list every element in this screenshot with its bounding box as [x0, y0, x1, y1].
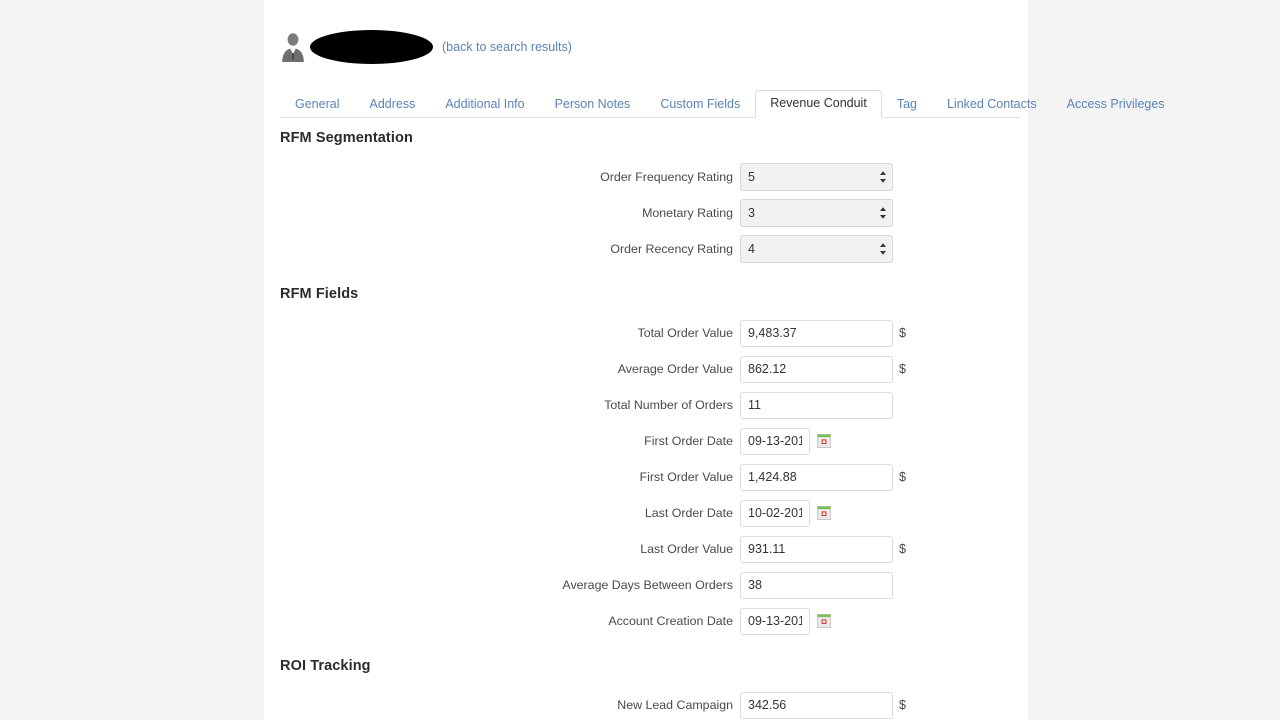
currency-suffix: $ — [899, 470, 906, 484]
label-last-order-value: Last Order Value — [264, 542, 740, 556]
input-first-order-date[interactable] — [740, 428, 810, 455]
input-new-lead-campaign[interactable] — [740, 692, 893, 719]
record-header: (back to search results) — [280, 26, 572, 68]
field-control: 12345 — [740, 199, 893, 227]
input-last-order-value[interactable] — [740, 536, 893, 563]
input-average-days-between-orders[interactable] — [740, 572, 893, 599]
label-first-order-value: First Order Value — [264, 470, 740, 484]
field-control — [740, 392, 893, 419]
content-panel: (back to search results) GeneralAddressA… — [264, 0, 1028, 720]
input-average-order-value[interactable] — [740, 356, 893, 383]
label-account-creation-date: Account Creation Date — [264, 614, 740, 628]
field-control: $ — [740, 356, 906, 383]
page-root: (back to search results) GeneralAddressA… — [0, 0, 1280, 720]
select-monetary-rating[interactable]: 12345 — [740, 199, 893, 227]
currency-suffix: $ — [899, 326, 906, 340]
label-order-frequency-rating: Order Frequency Rating — [264, 170, 740, 184]
field-control: $ — [740, 464, 906, 491]
tab-linked-contacts[interactable]: Linked Contacts — [932, 91, 1052, 118]
form-row: Account Creation Date — [264, 606, 1028, 636]
field-control — [740, 500, 831, 527]
field-control: 12345 — [740, 163, 893, 191]
input-total-number-of-orders[interactable] — [740, 392, 893, 419]
input-last-order-date[interactable] — [740, 500, 810, 527]
input-first-order-value[interactable] — [740, 464, 893, 491]
section-rfm-segmentation: RFM SegmentationOrder Frequency Rating12… — [264, 130, 1028, 264]
field-control: $ — [740, 536, 906, 563]
select-wrapper: 12345 — [740, 199, 893, 227]
field-control: 12345 — [740, 235, 893, 263]
form-row: Total Order Value $ — [264, 318, 1028, 348]
select-wrapper: 12345 — [740, 163, 893, 191]
label-first-order-date: First Order Date — [264, 434, 740, 448]
label-total-number-of-orders: Total Number of Orders — [264, 398, 740, 412]
select-wrapper: 12345 — [740, 235, 893, 263]
label-average-days-between-orders: Average Days Between Orders — [264, 578, 740, 592]
select-order-recency-rating[interactable]: 12345 — [740, 235, 893, 263]
tab-address[interactable]: Address — [354, 91, 430, 118]
label-order-recency-rating: Order Recency Rating — [264, 242, 740, 256]
back-to-search-results-link[interactable]: (back to search results) — [442, 40, 572, 54]
calendar-icon[interactable] — [817, 506, 831, 520]
input-total-order-value[interactable] — [740, 320, 893, 347]
form-row: Last Order Value $ — [264, 534, 1028, 564]
label-total-order-value: Total Order Value — [264, 326, 740, 340]
tab-revenue-conduit[interactable]: Revenue Conduit — [755, 90, 882, 118]
select-order-frequency-rating[interactable]: 12345 — [740, 163, 893, 191]
field-control — [740, 572, 893, 599]
section-roi-tracking: ROI TrackingNew Lead Campaign$New Custom… — [264, 658, 1028, 720]
field-control — [740, 428, 831, 455]
field-control: $ — [740, 692, 906, 719]
form-row: Order Recency Rating12345 — [264, 234, 1028, 264]
currency-suffix: $ — [899, 698, 906, 712]
currency-suffix: $ — [899, 362, 906, 376]
form-row: Last Order Date — [264, 498, 1028, 528]
tab-bar: GeneralAddressAdditional InfoPerson Note… — [280, 90, 1020, 118]
form-row: Order Frequency Rating12345 — [264, 162, 1028, 192]
section-heading: RFM Fields — [280, 286, 1028, 302]
calendar-icon[interactable] — [817, 614, 831, 628]
currency-suffix: $ — [899, 542, 906, 556]
field-control — [740, 608, 831, 635]
calendar-icon[interactable] — [817, 434, 831, 448]
section-heading: ROI Tracking — [280, 658, 1028, 674]
tab-access-privileges[interactable]: Access Privileges — [1052, 91, 1180, 118]
label-last-order-date: Last Order Date — [264, 506, 740, 520]
tab-tag[interactable]: Tag — [882, 91, 932, 118]
tab-custom-fields[interactable]: Custom Fields — [645, 91, 755, 118]
form-body: RFM SegmentationOrder Frequency Rating12… — [264, 130, 1028, 720]
form-row: Average Days Between Orders — [264, 570, 1028, 600]
tab-person-notes[interactable]: Person Notes — [540, 91, 646, 118]
label-monetary-rating: Monetary Rating — [264, 206, 740, 220]
form-row: Total Number of Orders — [264, 390, 1028, 420]
section-rfm-fields: RFM FieldsTotal Order Value$Average Orde… — [264, 286, 1028, 636]
form-row: Monetary Rating12345 — [264, 198, 1028, 228]
form-row: Average Order Value $ — [264, 354, 1028, 384]
field-control: $ — [740, 320, 906, 347]
contact-avatar-icon — [280, 32, 306, 62]
form-row: New Lead Campaign $ — [264, 690, 1028, 720]
label-average-order-value: Average Order Value — [264, 362, 740, 376]
tab-additional-info[interactable]: Additional Info — [430, 91, 539, 118]
section-heading: RFM Segmentation — [280, 130, 1028, 146]
label-new-lead-campaign: New Lead Campaign — [264, 698, 740, 712]
input-account-creation-date[interactable] — [740, 608, 810, 635]
tab-general[interactable]: General — [280, 91, 354, 118]
form-row: First Order Value $ — [264, 462, 1028, 492]
record-name-redacted — [310, 30, 433, 64]
form-row: First Order Date — [264, 426, 1028, 456]
